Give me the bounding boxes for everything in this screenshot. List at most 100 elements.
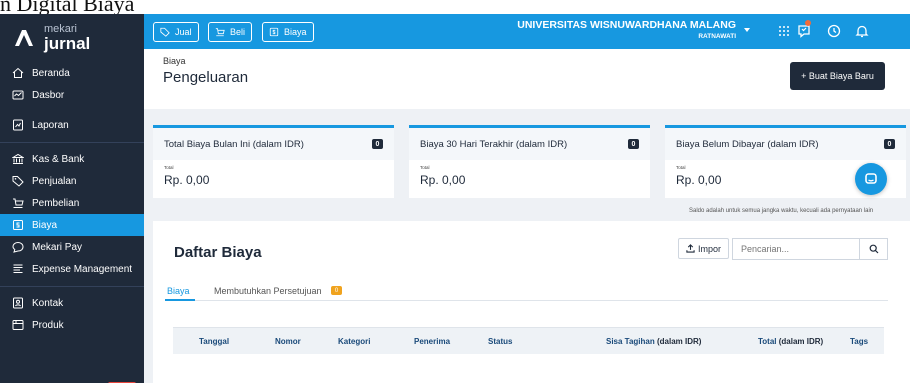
sidebar-item-biaya[interactable]: Biaya xyxy=(0,214,144,236)
page-header: Biaya Pengeluaran + Buat Biaya Baru xyxy=(144,49,910,109)
sidebar-item-penjualan[interactable]: Penjualan xyxy=(0,170,144,192)
sidebar-item-kas-bank[interactable]: Kas & Bank xyxy=(0,148,144,170)
sidebar-item-label: Dasbor xyxy=(32,89,65,101)
search-box xyxy=(732,238,888,260)
sidebar-item-laporan[interactable]: Laporan xyxy=(0,114,144,136)
sidebar-item-kontak[interactable]: Kontak xyxy=(0,292,144,314)
expense-management-icon xyxy=(13,264,23,273)
sidebar-item-label: Produk xyxy=(32,319,64,331)
product-icon xyxy=(12,320,24,330)
sidebar-item-beranda[interactable]: Beranda xyxy=(0,62,144,84)
import-label: Impor xyxy=(697,243,721,254)
sidebar-item-produk[interactable]: Produk xyxy=(0,314,144,336)
card-total-label: Total xyxy=(164,165,174,170)
sidebar-item-dasbor[interactable]: Dasbor xyxy=(0,84,144,106)
sidebar-item-label: Biaya xyxy=(32,219,58,231)
main-content: Biaya Pengeluaran + Buat Biaya Baru Tota… xyxy=(144,49,910,383)
import-button[interactable]: Impor xyxy=(678,238,729,259)
quick-buy-label: Beli xyxy=(230,27,246,37)
company-name: UNIVERSITAS WISNUWARDHANA MALANG xyxy=(517,19,736,31)
card-title: Total Biaya Bulan Ini (dalam IDR) xyxy=(164,138,304,150)
chat-pay-icon xyxy=(12,241,24,253)
chevron-down-icon[interactable] xyxy=(744,28,750,32)
chat-support-button[interactable] xyxy=(855,163,887,195)
card-value: Rp. 0,00 xyxy=(420,173,466,187)
bell-icon[interactable] xyxy=(854,23,870,39)
sidebar-item-label: Pembelian xyxy=(32,197,80,209)
sidebar-item-label: Penjualan xyxy=(32,175,77,187)
clock-icon[interactable] xyxy=(826,23,842,39)
quick-sell-label: Jual xyxy=(175,27,192,37)
table-header: Tanggal Nomor Kategori Penerima Status S… xyxy=(173,327,884,354)
column-header-status[interactable]: Status xyxy=(488,337,512,346)
card-count-badge: 0 xyxy=(628,139,639,149)
mekari-logo-icon xyxy=(15,30,33,46)
card-title: Biaya 30 Hari Terakhir (dalam IDR) xyxy=(420,138,568,150)
sidebar-item-label: Expense Management xyxy=(32,263,133,275)
cart-icon xyxy=(13,198,24,208)
column-unit: (dalam IDR) xyxy=(657,337,702,346)
column-header-total[interactable]: Total (dalam IDR) xyxy=(758,337,823,346)
quick-expense-label: Biaya xyxy=(284,27,307,37)
sidebar-item-pembelian[interactable]: Pembelian xyxy=(0,192,144,214)
expense-icon xyxy=(13,220,23,230)
card-count-badge: 0 xyxy=(372,139,383,149)
company-switcher[interactable]: UNIVERSITAS WISNUWARDHANA MALANG RATNAWA… xyxy=(517,20,736,40)
tab-needs-approval[interactable]: Membutuhkan Persetujuan xyxy=(214,286,322,296)
expense-icon xyxy=(269,27,279,37)
approval-count-badge: 0 xyxy=(331,286,342,295)
cart-icon xyxy=(215,28,225,37)
report-icon xyxy=(13,119,23,131)
home-icon xyxy=(12,67,24,78)
create-expense-button[interactable]: + Buat Biaya Baru xyxy=(790,62,885,90)
apps-grid-icon[interactable] xyxy=(776,23,792,39)
card-title: Biaya Belum Dibayar (dalam IDR) xyxy=(676,138,819,150)
search-button[interactable] xyxy=(859,239,887,259)
sidebar-divider xyxy=(0,142,144,143)
sidebar-item-mekari-pay[interactable]: Mekari Pay xyxy=(0,236,144,258)
quick-buy-button[interactable]: Beli xyxy=(208,22,253,42)
column-label: Total xyxy=(758,337,777,346)
active-tab-indicator xyxy=(165,299,195,301)
column-label: Sisa Tagihan xyxy=(606,337,655,346)
sidebar-item-expense-management[interactable]: Expense Management xyxy=(0,258,144,280)
topbar: Jual Beli Biaya UNIVERSITAS WISNUWARDHAN… xyxy=(144,14,910,49)
upload-icon xyxy=(686,244,695,253)
dashboard-icon xyxy=(12,90,24,100)
sidebar-item-label: Laporan xyxy=(32,119,69,131)
column-header-tags[interactable]: Tags xyxy=(850,337,868,346)
quick-sell-button[interactable]: Jual xyxy=(153,22,199,42)
card-count-badge: 0 xyxy=(884,139,895,149)
tag-icon xyxy=(160,27,170,37)
chat-icon xyxy=(865,173,877,184)
summary-card-last-30-days: Biaya 30 Hari Terakhir (dalam IDR) 0 Tot… xyxy=(409,125,650,201)
app-window: mekari jurnal Beranda Dasbor Laporan Kas… xyxy=(0,14,910,383)
logo-big-text: jurnal xyxy=(44,34,91,53)
column-header-category[interactable]: Kategori xyxy=(338,337,370,346)
column-unit: (dalam IDR) xyxy=(778,337,824,346)
column-header-date[interactable]: Tanggal xyxy=(199,337,229,346)
quick-expense-button[interactable]: Biaya xyxy=(262,22,314,42)
sidebar-item-label: Kas & Bank xyxy=(32,153,85,165)
search-input[interactable] xyxy=(733,239,859,259)
user-name: RATNAWATI xyxy=(698,32,736,40)
sidebar-divider xyxy=(0,286,144,287)
column-header-number[interactable]: Nomor xyxy=(275,337,301,346)
document-caption: n Digital Biaya xyxy=(0,0,135,16)
expense-list-panel: Daftar Biaya Impor Biaya Membutuhkan Per… xyxy=(153,221,910,383)
card-total-label: Total xyxy=(420,165,430,170)
search-icon xyxy=(869,244,878,254)
card-value: Rp. 0,00 xyxy=(164,173,210,187)
notification-dot xyxy=(805,20,811,26)
sidebar-item-label: Mekari Pay xyxy=(32,241,83,253)
summary-card-this-month: Total Biaya Bulan Ini (dalam IDR) 0 Tota… xyxy=(153,125,394,201)
sidebar-item-label: Beranda xyxy=(32,67,70,79)
breadcrumb[interactable]: Biaya xyxy=(163,56,186,66)
contact-icon xyxy=(13,297,23,309)
panel-title: Daftar Biaya xyxy=(174,244,262,261)
column-header-recipient[interactable]: Penerima xyxy=(414,337,450,346)
tab-biaya[interactable]: Biaya xyxy=(167,286,190,296)
column-header-remaining-bill[interactable]: Sisa Tagihan (dalam IDR) xyxy=(606,337,701,346)
logo[interactable]: mekari jurnal xyxy=(0,14,144,62)
bank-icon xyxy=(12,153,24,164)
